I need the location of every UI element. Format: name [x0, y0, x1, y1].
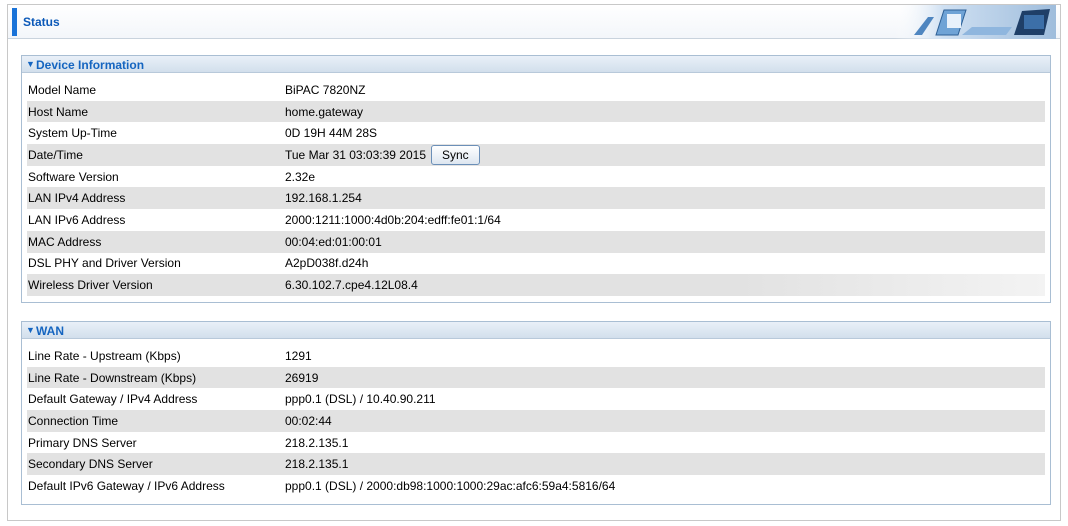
row-value: home.gateway: [277, 100, 1045, 123]
row-value: BiPAC 7820NZ: [285, 82, 366, 97]
device-information-header[interactable]: ▼ Device Information: [22, 56, 1050, 73]
row-value: A2pD038f.d24h: [285, 256, 369, 271]
wan-row-upstream-rate: Line Rate - Upstream (Kbps) 1291: [27, 345, 1045, 367]
row-label: Date/Time: [27, 144, 277, 166]
device-row-software-version: Software Version 2.32e: [27, 166, 1045, 188]
row-value: 2000:1211:1000:4d0b:204:edff:fe01:1/64: [285, 212, 501, 227]
wan-row-primary-dns: Primary DNS Server 218.2.135.1: [27, 432, 1045, 454]
wan-row-default-ipv6-gateway: Default IPv6 Gateway / IPv6 Address ppp0…: [27, 475, 1045, 497]
device-row-wireless-driver-version: Wireless Driver Version 6.30.102.7.cpe4.…: [27, 274, 1045, 296]
device-row-host-name: Host Name home.gateway: [27, 100, 1045, 123]
wan-row-default-gateway-ipv4: Default Gateway / IPv4 Address ppp0.1 (D…: [27, 388, 1045, 410]
computer-illustration-icon: [894, 5, 1056, 39]
row-value: 00:04:ed:01:00:01: [277, 230, 1045, 253]
row-label: LAN IPv4 Address: [27, 187, 277, 210]
row-label: System Up-Time: [28, 126, 117, 141]
wan-section: ▼ WAN Line Rate - Upstream (Kbps) 1291 L…: [21, 321, 1051, 505]
row-value: 218.2.135.1: [277, 453, 1045, 476]
row-label: Software Version: [28, 169, 119, 184]
row-label: Default Gateway / IPv4 Address: [28, 392, 198, 407]
row-value: 00:02:44: [277, 410, 1045, 432]
row-label: Connection Time: [27, 410, 277, 432]
wan-header[interactable]: ▼ WAN: [22, 322, 1050, 339]
wan-row-downstream-rate: Line Rate - Downstream (Kbps) 26919: [27, 366, 1045, 389]
page-header: Status: [8, 5, 1060, 39]
row-value: 26919: [277, 366, 1045, 389]
device-row-model-name: Model Name BiPAC 7820NZ: [27, 79, 1045, 101]
row-label: Secondary DNS Server: [27, 453, 277, 476]
triangle-down-icon[interactable]: ▼: [26, 59, 35, 69]
row-label: Model Name: [28, 82, 97, 97]
row-label: Wireless Driver Version: [27, 274, 277, 296]
row-value: Tue Mar 31 03:03:39 2015 Sync: [277, 144, 1045, 166]
row-label: MAC Address: [27, 230, 277, 253]
date-time-value: Tue Mar 31 03:03:39 2015: [285, 147, 426, 162]
page-title: Status: [23, 15, 60, 29]
row-label: Line Rate - Downstream (Kbps): [27, 366, 277, 389]
device-row-dsl-phy-version: DSL PHY and Driver Version A2pD038f.d24h: [27, 253, 1045, 275]
status-panel: Status ▼ Device Information Model Name B…: [7, 4, 1061, 521]
sync-button[interactable]: Sync: [431, 144, 480, 165]
device-row-date-time: Date/Time Tue Mar 31 03:03:39 2015 Sync: [27, 144, 1045, 166]
row-value: 0D 19H 44M 28S: [285, 126, 378, 141]
device-information-section: ▼ Device Information Model Name BiPAC 78…: [21, 55, 1051, 303]
device-row-lan-ipv4: LAN IPv4 Address 192.168.1.254: [27, 187, 1045, 210]
triangle-down-icon[interactable]: ▼: [26, 325, 35, 335]
header-accent-bar: [12, 8, 17, 36]
section-title: Device Information: [36, 58, 145, 72]
row-value: ppp0.1 (DSL) / 10.40.90.211: [285, 392, 436, 407]
section-title: WAN: [36, 324, 64, 338]
row-label: Line Rate - Upstream (Kbps): [28, 348, 181, 363]
row-value: ppp0.1 (DSL) / 2000:db98:1000:1000:29ac:…: [285, 478, 616, 493]
row-value: 2.32e: [285, 169, 316, 184]
device-row-mac-address: MAC Address 00:04:ed:01:00:01: [27, 230, 1045, 253]
row-value: 218.2.135.1: [285, 435, 349, 450]
row-value: 192.168.1.254: [277, 187, 1045, 210]
row-label: Default IPv6 Gateway / IPv6 Address: [28, 478, 225, 493]
device-row-lan-ipv6: LAN IPv6 Address 2000:1211:1000:4d0b:204…: [27, 209, 1045, 231]
row-label: LAN IPv6 Address: [28, 212, 126, 227]
wan-row-connection-time: Connection Time 00:02:44: [27, 410, 1045, 432]
row-label: Host Name: [27, 100, 277, 123]
device-row-system-uptime: System Up-Time 0D 19H 44M 28S: [27, 122, 1045, 144]
row-value: 6.30.102.7.cpe4.12L08.4: [277, 274, 1045, 296]
row-value: 1291: [285, 348, 312, 363]
row-label: DSL PHY and Driver Version: [28, 256, 181, 271]
wan-row-secondary-dns: Secondary DNS Server 218.2.135.1: [27, 453, 1045, 476]
row-label: Primary DNS Server: [28, 435, 137, 450]
